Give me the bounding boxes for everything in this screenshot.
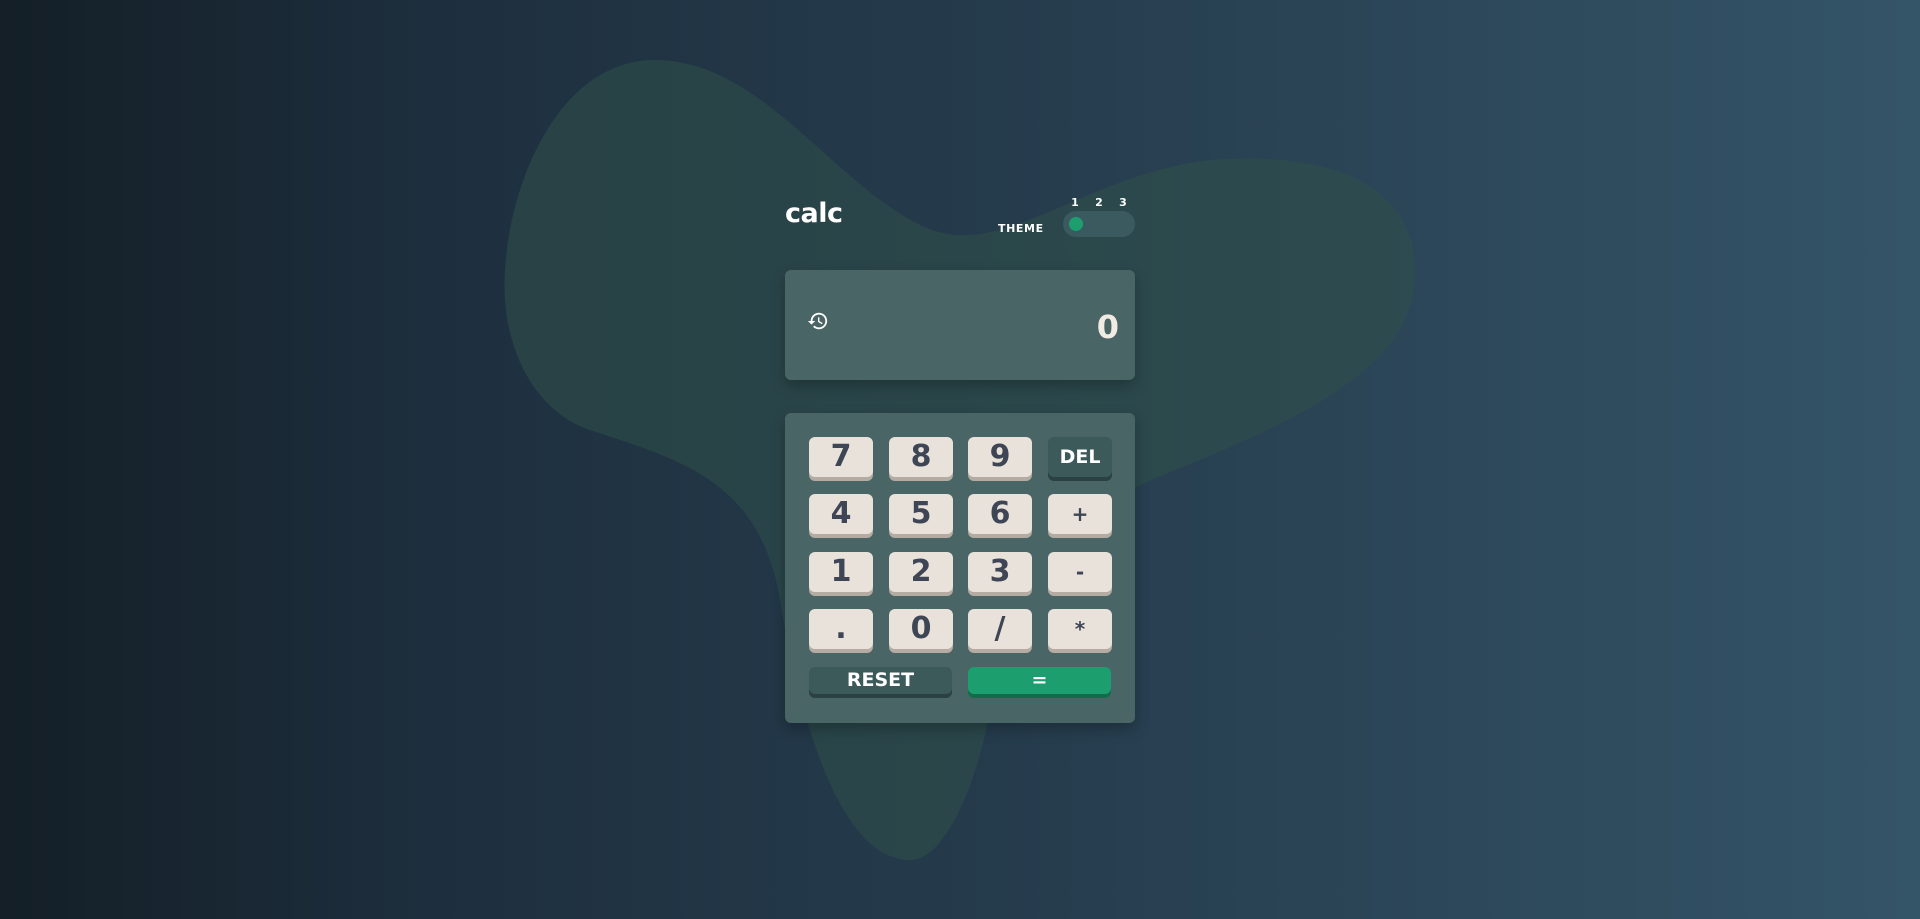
- theme-options: 1 2 3: [1063, 196, 1135, 209]
- calculator-header: calc THEME 1 2 3: [785, 196, 1135, 256]
- reset-button[interactable]: RESET: [809, 667, 952, 694]
- equals-button[interactable]: =: [968, 667, 1111, 694]
- key-7[interactable]: 7: [809, 437, 873, 477]
- theme-option-2[interactable]: 2: [1089, 196, 1109, 209]
- key-divide[interactable]: /: [968, 609, 1032, 649]
- key-8[interactable]: 8: [889, 437, 953, 477]
- key-plus[interactable]: +: [1048, 494, 1112, 534]
- key-4[interactable]: 4: [809, 494, 873, 534]
- calculator-display: 0: [785, 270, 1135, 380]
- keypad: 7 8 9 DEL 4 5 6 + 1 2 3 - . 0 / * RESET …: [785, 413, 1135, 723]
- key-9[interactable]: 9: [968, 437, 1032, 477]
- key-2[interactable]: 2: [889, 552, 953, 592]
- theme-toggle[interactable]: [1063, 211, 1135, 237]
- key-decimal[interactable]: .: [809, 609, 873, 649]
- app-logo: calc: [785, 198, 843, 229]
- key-5[interactable]: 5: [889, 494, 953, 534]
- history-icon[interactable]: [807, 310, 829, 332]
- key-1[interactable]: 1: [809, 552, 873, 592]
- key-minus[interactable]: -: [1048, 552, 1112, 592]
- theme-label: THEME: [998, 222, 1044, 235]
- theme-toggle-knob[interactable]: [1069, 217, 1083, 231]
- calculator-app: calc THEME 1 2 3 0 7 8 9 DEL 4 5 6 + 1 2…: [785, 196, 1135, 723]
- key-3[interactable]: 3: [968, 552, 1032, 592]
- key-multiply[interactable]: *: [1048, 609, 1112, 649]
- key-0[interactable]: 0: [889, 609, 953, 649]
- theme-option-1[interactable]: 1: [1065, 196, 1085, 209]
- theme-option-3[interactable]: 3: [1113, 196, 1133, 209]
- display-value: 0: [1096, 308, 1119, 346]
- delete-button[interactable]: DEL: [1048, 437, 1112, 477]
- key-6[interactable]: 6: [968, 494, 1032, 534]
